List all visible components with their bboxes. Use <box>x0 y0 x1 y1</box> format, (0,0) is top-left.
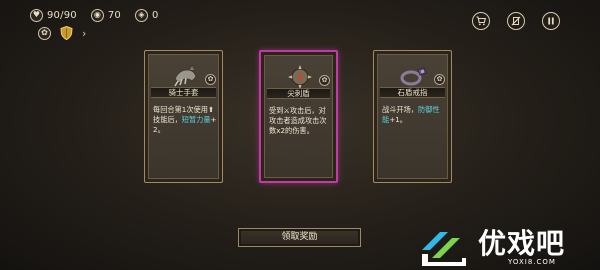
coin-icon: ◉ <box>90 8 104 22</box>
desc-text: 每回合第1次使用 <box>153 105 208 114</box>
resource-bar: ♥ 90/90 ◉ 70 ◈ 0 <box>30 7 167 23</box>
relic-bar: ✿ › <box>38 26 86 40</box>
card-description: 受到⚔攻击后，对攻击者造成攻击次数x2的伤害。 <box>269 106 331 135</box>
gear-token-icon[interactable]: ✿ <box>38 26 51 40</box>
no-deck-icon <box>511 16 521 26</box>
card-title: 骑士手套 <box>151 87 216 98</box>
cart-icon <box>476 16 486 26</box>
currency-stat: ◈ 0 <box>134 8 159 22</box>
watermark-logo-icon <box>422 232 466 266</box>
shield-icon[interactable] <box>60 26 73 40</box>
pause-button[interactable] <box>542 12 560 30</box>
shop-button[interactable] <box>472 12 490 30</box>
card-title: 尖刺盾 <box>267 88 330 99</box>
reward-card-gauntlet[interactable]: ✿ 骑士手套 每回合第1次使用⬆技能后，短暂力量+2。 <box>144 50 223 183</box>
card-info-icon[interactable]: ✿ <box>434 74 445 85</box>
up-arrow-icon: ⬆ <box>207 105 214 114</box>
rune-icon: ◈ <box>134 8 148 22</box>
heart-icon: ♥ <box>30 8 43 22</box>
health-value: 90/90 <box>47 9 77 21</box>
currency-value: 0 <box>151 9 159 21</box>
chevron-right-icon[interactable]: › <box>82 27 86 40</box>
deck-button[interactable] <box>507 12 525 30</box>
card-title: 石盾戒指 <box>380 87 445 98</box>
health-stat: ♥ 90/90 <box>30 8 77 22</box>
reward-card-spiked-shield[interactable]: ✿ 尖刺盾 受到⚔攻击后，对攻击者造成攻击次数x2的伤害。 <box>259 50 338 183</box>
desc-text: +1。 <box>389 114 407 124</box>
reward-card-ring[interactable]: ✿ 石盾戒指 战斗开场，防御性能+1。 <box>373 50 452 183</box>
desc-text: 技能后， <box>153 114 182 124</box>
claim-reward-button[interactable]: 领取奖励 <box>238 228 361 247</box>
card-info-icon[interactable]: ✿ <box>319 75 330 86</box>
card-info-icon[interactable]: ✿ <box>205 74 216 85</box>
card-description: 战斗开场，防御性能+1。 <box>382 105 446 125</box>
watermark-text: 优戏吧 <box>478 227 566 260</box>
gold-stat: ◉ 70 <box>90 8 121 22</box>
desc-highlight: 短暂力量 <box>181 114 211 124</box>
gold-value: 70 <box>107 9 121 21</box>
desc-text: 战斗开场， <box>382 105 418 114</box>
desc-text: 受到 <box>269 106 284 115</box>
watermark-url: YOXI8.COM <box>508 258 556 266</box>
pause-icon <box>548 17 554 25</box>
card-description: 每回合第1次使用⬆技能后，短暂力量+2。 <box>153 105 217 134</box>
